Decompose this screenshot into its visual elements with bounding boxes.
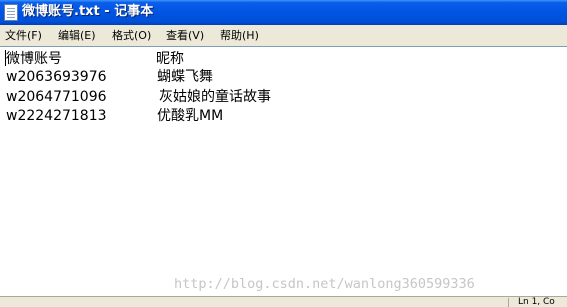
title-bar[interactable]: 微博账号.txt - 记事本 xyxy=(0,0,567,25)
menu-format[interactable]: 格式(O) xyxy=(112,28,151,43)
row-nickname: 蝴蝶飞舞 xyxy=(157,69,213,85)
row-nickname: 优酸乳MM xyxy=(157,108,224,124)
row-account: w2063693976 xyxy=(6,69,107,85)
menu-help[interactable]: 帮助(H) xyxy=(220,28,259,43)
menu-edit[interactable]: 编辑(E) xyxy=(58,28,96,43)
header-nickname: 昵称 xyxy=(156,51,184,67)
watermark: http://blog.csdn.net/wanlong360599336 xyxy=(174,276,475,292)
row-nickname: 灰姑娘的童话故事 xyxy=(159,89,271,105)
menu-view[interactable]: 查看(V) xyxy=(166,28,204,43)
row-account: w2224271813 xyxy=(6,108,107,124)
window-title: 微博账号.txt - 记事本 xyxy=(22,4,154,19)
status-bar: Ln 1, Co xyxy=(0,296,567,307)
header-account: 微博账号 xyxy=(6,51,62,67)
menu-bar: 文件(F) 编辑(E) 格式(O) 查看(V) 帮助(H) xyxy=(0,25,567,47)
menu-file[interactable]: 文件(F) xyxy=(5,28,42,43)
notepad-icon[interactable] xyxy=(4,4,18,21)
row-account: w2064771096 xyxy=(6,89,107,105)
